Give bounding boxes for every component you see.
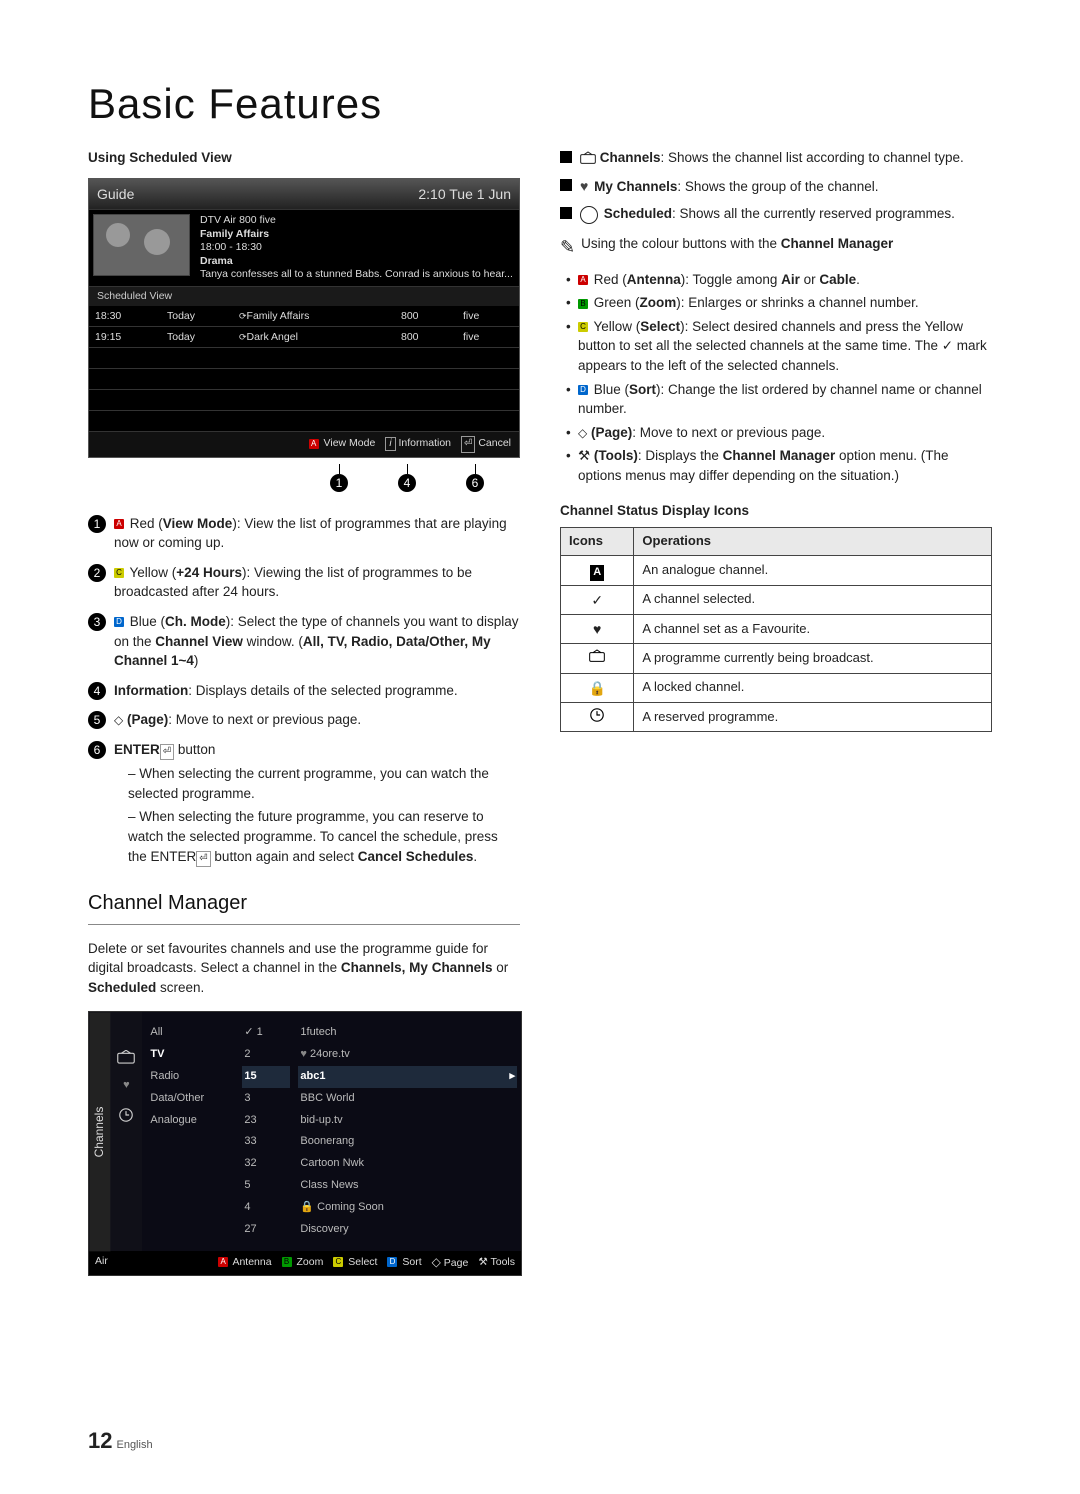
channel-manager-figure: Channels ♥ All TV Radio Data/Other Analo… (88, 1011, 522, 1276)
cm-cat-all: All (148, 1022, 232, 1044)
scheduled-view-heading: Using Scheduled View (88, 148, 520, 168)
left-column: Using Scheduled View Guide 2:10 Tue 1 Ju… (88, 148, 520, 1276)
channel-manager-intro: Delete or set favourites channels and us… (88, 939, 520, 998)
tools-icon: ⚒ (478, 1256, 487, 1268)
guide-prog-genre: Drama (200, 255, 513, 269)
callout-6: 6 (466, 474, 484, 492)
enter-icon: ⏎ (461, 436, 475, 453)
yellow-button-icon (578, 322, 588, 332)
red-button-icon (218, 1257, 228, 1267)
guide-prog-desc: Tanya confesses all to a stunned Babs. C… (200, 268, 513, 282)
page-number: 12English (88, 1428, 153, 1454)
table-row: ✓ A channel selected. (561, 585, 992, 614)
square-bullet-icon (560, 207, 572, 219)
status-icons-table: Icons Operations A An analogue channel. … (560, 527, 992, 732)
colour-button-list: Red (Antenna): Toggle among Air or Cable… (566, 270, 992, 486)
hand-icon: ✎ (560, 234, 575, 260)
guide-prog-title: Family Affairs (200, 228, 513, 242)
guide-thumbnail (93, 214, 190, 276)
lock-icon: 🔒 (561, 673, 634, 702)
red-button-icon (309, 439, 319, 449)
info-icon: i (385, 437, 395, 451)
guide-figure: Guide 2:10 Tue 1 Jun DTV Air 800 five Fa… (88, 178, 520, 458)
num-3: 3 (88, 613, 106, 631)
tv-icon (561, 644, 634, 673)
clock-icon (580, 206, 598, 224)
page-title: Basic Features (88, 80, 992, 128)
num-5: 5 (88, 711, 106, 729)
red-button-icon (114, 519, 124, 529)
num-4: 4 (88, 682, 106, 700)
analogue-icon: A (590, 565, 604, 581)
guide-tab-scheduled: Scheduled View (89, 287, 519, 306)
channels-icon (580, 151, 596, 165)
num-1: 1 (88, 515, 106, 533)
clock-icon (561, 702, 634, 731)
yellow-button-icon (114, 568, 124, 578)
heart-icon: ♥ (123, 1078, 130, 1094)
status-th-icons: Icons (561, 527, 634, 555)
channel-manager-heading: Channel Manager (88, 889, 520, 918)
square-bullet-icon (560, 151, 572, 163)
channels-icon (117, 1050, 135, 1064)
num-2: 2 (88, 564, 106, 582)
enter-icon: ⏎ (160, 744, 174, 761)
guide-callouts: 1 4 6 (88, 470, 520, 496)
guide-row: 18:30 Today ⟳Family Affairs 800 five (89, 306, 519, 327)
cm-channel-names: 1futech ♥ 24ore.tv abc1 ▸ BBC World bid-… (294, 1012, 521, 1251)
table-row: 🔒 A locked channel. (561, 673, 992, 702)
heart-icon: ♥ (580, 178, 588, 194)
lock-icon: 🔒 (300, 1201, 314, 1213)
page-updown-icon: ◇ (114, 713, 123, 727)
cm-cat-tv: TV (148, 1044, 232, 1066)
blue-button-icon (114, 617, 124, 627)
status-th-ops: Operations (634, 527, 992, 555)
check-icon: ✓ (561, 585, 634, 614)
red-button-icon (578, 275, 588, 285)
square-bullet-icon (560, 179, 572, 191)
guide-clock: 2:10 Tue 1 Jun (418, 184, 511, 204)
cm-tab-channels: Channels (89, 1012, 110, 1251)
enter-icon: ⏎ (196, 851, 210, 868)
blue-button-icon (387, 1257, 397, 1267)
table-row: A reserved programme. (561, 702, 992, 731)
table-row: A programme currently being broadcast. (561, 644, 992, 673)
green-button-icon (578, 299, 588, 309)
cm-cat-dataother: Data/Other (148, 1088, 232, 1110)
num-6: 6 (88, 741, 106, 759)
cm-channel-numbers: ✓ 1 2 15 3 23 33 32 5 4 27 (238, 1012, 294, 1251)
yellow-button-icon (333, 1257, 343, 1267)
guide-legend-list: 1 Red (View Mode): View the list of prog… (88, 514, 520, 871)
page-updown-icon: ◇ (578, 426, 587, 440)
guide-programme-meta: DTV Air 800 five Family Affairs 18:00 - … (194, 210, 519, 286)
sub-item: When selecting the current programme, yo… (128, 764, 520, 803)
guide-table: 18:30 Today ⟳Family Affairs 800 five 19:… (89, 306, 519, 432)
guide-footer: View Mode i Information ⏎ Cancel (89, 432, 519, 457)
tools-icon: ⚒ (578, 448, 590, 463)
divider (88, 924, 520, 925)
guide-channel-line: DTV Air 800 five (200, 214, 513, 228)
cm-cat-analogue: Analogue (148, 1110, 232, 1132)
note: ✎ Using the colour buttons with the Chan… (560, 234, 992, 260)
clock-icon (117, 1108, 135, 1122)
sub-item: When selecting the future programme, you… (128, 807, 520, 867)
cm-footer: Air Antenna Zoom Select Sort ◇ Page ⚒ To… (89, 1251, 521, 1274)
guide-prog-time: 18:00 - 18:30 (200, 241, 513, 255)
callout-4: 4 (398, 474, 416, 492)
callout-1: 1 (330, 474, 348, 492)
blue-button-icon (578, 385, 588, 395)
right-column: Channels: Shows the channel list accordi… (560, 148, 992, 1276)
green-button-icon (282, 1257, 292, 1267)
table-row: A An analogue channel. (561, 555, 992, 585)
cm-sidebar-icons: ♥ (110, 1012, 142, 1251)
heart-icon: ♥ (561, 615, 634, 644)
table-row: ♥ A channel set as a Favourite. (561, 615, 992, 644)
mode-list: Channels: Shows the channel list accordi… (560, 148, 992, 224)
guide-title: Guide (97, 184, 134, 204)
status-icons-heading: Channel Status Display Icons (560, 501, 992, 521)
cm-categories: All TV Radio Data/Other Analogue (142, 1012, 238, 1251)
guide-row: 19:15 Today ⟳Dark Angel 800 five (89, 327, 519, 348)
cm-footer-left: Air (95, 1254, 108, 1271)
cm-cat-radio: Radio (148, 1066, 232, 1088)
